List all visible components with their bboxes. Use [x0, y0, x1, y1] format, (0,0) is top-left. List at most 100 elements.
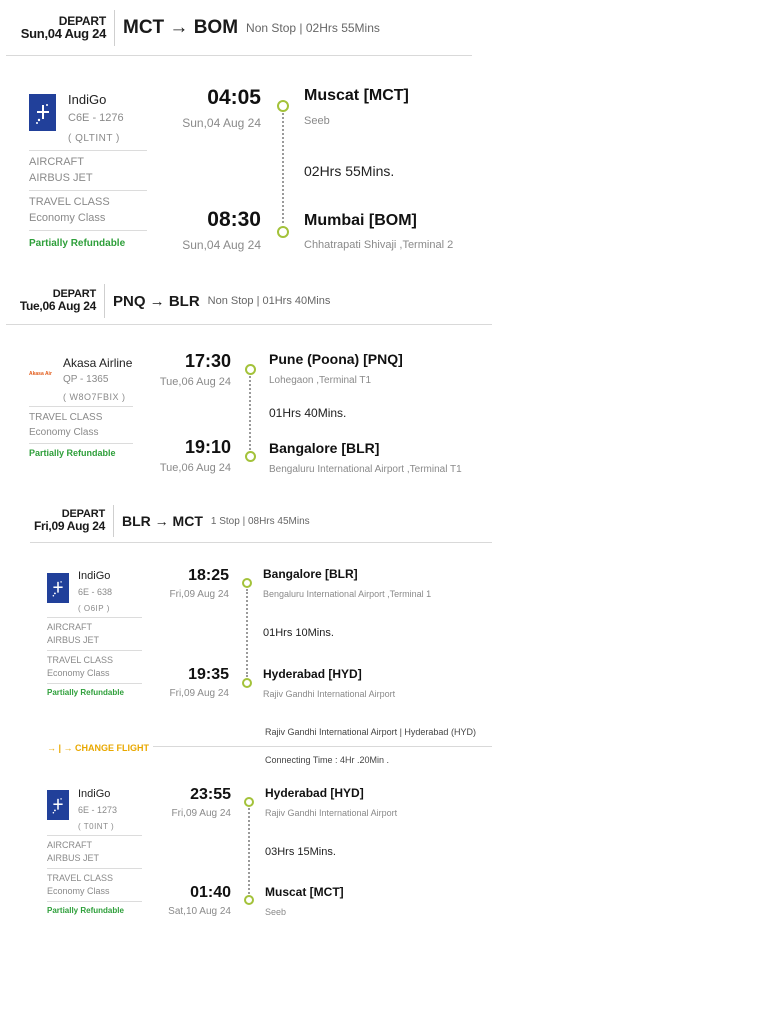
arrival-city: Muscat [MCT] [265, 885, 344, 899]
flight-number: QP - 1365 [63, 374, 109, 385]
departure-time: 17:30 [184, 351, 231, 371]
indigo-logo [47, 790, 69, 820]
leg-duration: 03Hrs 15Mins. [265, 846, 336, 858]
depart-block: DEPART Sun,04 Aug 24 [8, 15, 107, 42]
akasa-logo: Akasa Air [29, 371, 52, 377]
departure-date: Fri,09 Aug 24 [171, 808, 231, 819]
route-dotted-line [246, 589, 248, 677]
booking-code: ( O6IP ) [78, 604, 110, 613]
travel-class-value: Economy Class [29, 427, 99, 438]
departure-airport: Rajiv Gandhi International Airport [265, 808, 398, 818]
arrival-time: 01:40 [190, 884, 231, 901]
divider [104, 284, 105, 318]
aircraft-value: AIRBUS JET [47, 635, 100, 645]
route-title: MCT → BOM [123, 17, 239, 38]
route-info: Non Stop | 01Hrs 40Mins [207, 295, 331, 307]
booking-code: ( W8O7FBIX ) [63, 392, 126, 402]
aircraft-value: AIRBUS JET [29, 172, 93, 184]
arrival-dot [244, 895, 254, 905]
booking-code: ( T0INT ) [78, 822, 115, 831]
departure-time: 18:25 [188, 567, 229, 584]
divider [114, 10, 115, 46]
segment-header: DEPART Tue,06 Aug 24 PNQ → BLR Non Stop … [8, 284, 330, 318]
route-title: PNQ → BLR [113, 292, 200, 310]
leg-duration: 02Hrs 55Mins. [304, 163, 395, 179]
arrival-city: Bangalore [BLR] [269, 440, 380, 456]
info-rule [47, 683, 142, 684]
info-rule [47, 835, 142, 836]
header-rule [6, 324, 492, 325]
route-dotted-line [248, 808, 250, 894]
segment-header: DEPART Fri,09 Aug 24 BLR → MCT 1 Stop | … [10, 505, 310, 537]
booking-code: ( QLTINT ) [68, 133, 120, 144]
travel-class-value: Economy Class [47, 668, 110, 678]
travel-class-label: TRAVEL CLASS [29, 412, 103, 423]
airline-name: IndiGo [68, 92, 107, 107]
connecting-time: Connecting Time : 4Hr .20Min . [265, 755, 390, 765]
arrival-airport: Bengaluru International Airport ,Termina… [269, 464, 462, 475]
travel-class-label: TRAVEL CLASS [47, 873, 114, 883]
airline-name: IndiGo [78, 570, 111, 582]
refund-status: Partially Refundable [47, 688, 124, 697]
arrival-date: Tue,06 Aug 24 [159, 462, 231, 474]
departure-dot [277, 100, 289, 112]
departure-dot [245, 364, 256, 375]
airline-name: IndiGo [78, 788, 111, 800]
depart-date: Fri,09 Aug 24 [33, 519, 105, 534]
arrival-time: 19:10 [184, 437, 231, 457]
arrival-time: 08:30 [207, 208, 261, 231]
arrival-airport: Seeb [265, 907, 287, 917]
arrival-city: Hyderabad [HYD] [263, 667, 362, 681]
info-rule [29, 230, 147, 231]
refund-status: Partially Refundable [29, 238, 126, 249]
depart-date: Sun,04 Aug 24 [20, 26, 107, 42]
departure-city: Hyderabad [HYD] [265, 786, 364, 800]
departure-date: Fri,09 Aug 24 [169, 589, 229, 600]
info-rule [47, 901, 142, 902]
arrival-airport: Chhatrapati Shivaji ,Terminal 2 [304, 239, 454, 251]
arrival-date: Sat,10 Aug 24 [168, 906, 231, 917]
segment-header: DEPART Sun,04 Aug 24 MCT → BOM Non Stop … [8, 10, 380, 46]
arrival-date: Fri,09 Aug 24 [169, 688, 229, 699]
departure-airport: Lohegaon ,Terminal T1 [269, 375, 372, 386]
arrival-dot [277, 226, 289, 238]
depart-block: DEPART Tue,06 Aug 24 [8, 288, 96, 313]
aircraft-label: AIRCRAFT [29, 156, 84, 168]
arrival-dot [242, 678, 252, 688]
route-info: Non Stop | 02Hrs 55Mins [246, 21, 380, 35]
info-rule [29, 443, 133, 444]
indigo-logo [47, 573, 69, 603]
arrival-airport: Rajiv Gandhi International Airport [263, 689, 396, 699]
departure-time: 23:55 [190, 786, 231, 803]
departure-date: Sun,04 Aug 24 [182, 116, 261, 130]
header-rule [6, 55, 472, 56]
indigo-logo [29, 94, 56, 131]
departure-city: Muscat [MCT] [304, 87, 409, 104]
route-title: BLR → MCT [122, 513, 203, 529]
arrival-dot [245, 451, 256, 462]
flight-number: C6E - 1276 [68, 112, 124, 124]
airline-name: Akasa Airline [63, 356, 133, 370]
travel-class-label: TRAVEL CLASS [47, 655, 114, 665]
info-rule [47, 650, 142, 651]
flight-number: 6E - 638 [78, 587, 113, 597]
divider [113, 505, 114, 537]
aircraft-label: AIRCRAFT [47, 840, 92, 850]
route-info: 1 Stop | 08Hrs 45Mins [210, 515, 310, 527]
refund-status: Partially Refundable [29, 448, 116, 458]
travel-class-value: Economy Class [29, 212, 106, 224]
aircraft-label: AIRCRAFT [47, 622, 92, 632]
travel-class-value: Economy Class [47, 886, 110, 896]
arrival-city: Mumbai [BOM] [304, 212, 417, 229]
leg-duration: 01Hrs 40Mins. [269, 406, 347, 420]
header-rule [30, 542, 492, 543]
change-flight-label[interactable]: → | → CHANGE FLIGHT [47, 743, 154, 753]
departure-time: 04:05 [207, 86, 261, 109]
info-rule [29, 190, 147, 191]
departure-dot [244, 797, 254, 807]
departure-dot [242, 578, 252, 588]
departure-airport: Seeb [304, 115, 330, 127]
departure-city: Pune (Poona) [PNQ] [269, 351, 403, 367]
arrival-time: 19:35 [188, 666, 229, 683]
departure-city: Bangalore [BLR] [263, 567, 358, 581]
